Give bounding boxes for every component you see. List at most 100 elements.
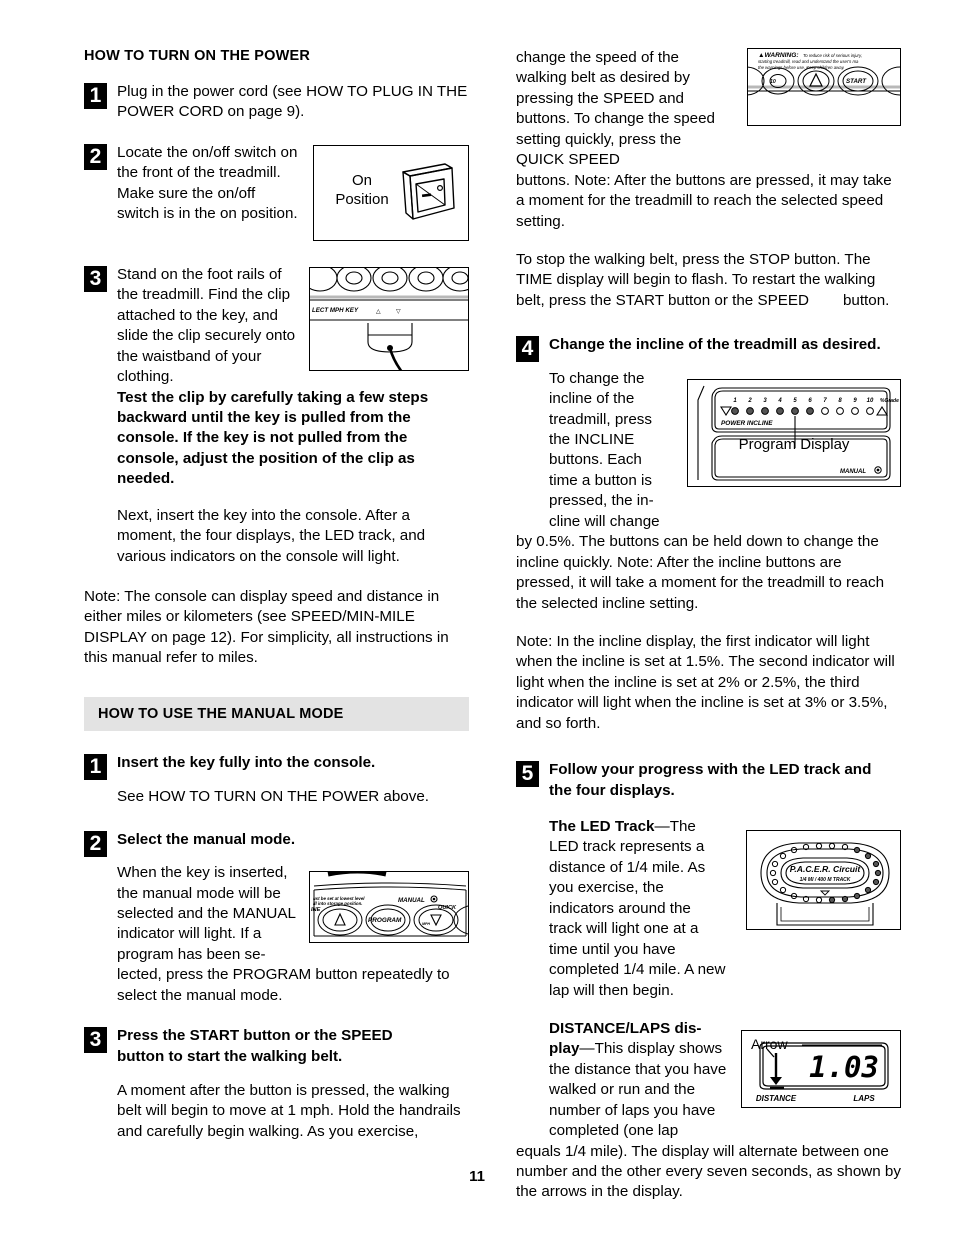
manual-indicator-label: MANUAL bbox=[840, 469, 866, 475]
step-text: A moment after the button is pressed, th… bbox=[117, 1082, 461, 1140]
console-fine-text-2: ill into storage position. bbox=[313, 901, 363, 906]
step-text-wrapped: To change the incline of the treadmill, … bbox=[549, 369, 660, 530]
step-number-badge: 5 bbox=[516, 761, 539, 788]
svg-text:▽: ▽ bbox=[396, 309, 401, 315]
section-heading-power: HOW TO TURN ON THE POWER bbox=[84, 48, 311, 64]
step-number-badge: 1 bbox=[84, 753, 107, 780]
step-text-full: by 0.5%. The buttons can be held down to… bbox=[516, 533, 885, 612]
select-mph-key-text: LECT MPH KEY bbox=[312, 307, 359, 314]
start-button-label: START bbox=[846, 78, 867, 85]
step-title: Follow your progress with the LED track … bbox=[549, 760, 901, 801]
warning-line1: To reduce risk of serious injury, bbox=[803, 53, 862, 58]
step-body: Press the START button or the SPEED butto… bbox=[117, 1026, 469, 1142]
speed-text-1: change the speed of the walking belt as … bbox=[516, 49, 690, 107]
step-number-badge: 2 bbox=[84, 143, 107, 170]
step-number-badge: 1 bbox=[84, 83, 107, 109]
svg-text:6: 6 bbox=[808, 398, 812, 404]
rocker-switch-illustration bbox=[402, 163, 455, 220]
key-clip-console-figure: LECT MPH KEY △ ▽ bbox=[309, 266, 469, 371]
step-title: Press the START button or the SPEED butto… bbox=[117, 1026, 469, 1067]
svg-text:3: 3 bbox=[763, 398, 767, 404]
stop-text-2: button. bbox=[842, 291, 890, 309]
step-body: Select the manual mode. ust be set at lo… bbox=[117, 830, 469, 1007]
warning-line2: starting treadmill, read and understand … bbox=[758, 59, 859, 64]
program-button-label: PROGRAM bbox=[368, 917, 402, 924]
step-power-2: 2 On Position Locate the on/off switch o… bbox=[84, 143, 469, 247]
stop-text-1: To stop the walking belt, press the STOP… bbox=[516, 250, 876, 309]
warning-title: ▲WARNING: bbox=[758, 52, 799, 59]
document-page: HOW TO TURN ON THE POWER 1 Plug in the p… bbox=[0, 0, 954, 1235]
mph-label: MPH bbox=[422, 922, 430, 926]
warning-console-illustration: ▲WARNING: To reduce risk of serious inju… bbox=[748, 52, 900, 96]
svg-text:2: 2 bbox=[747, 398, 752, 404]
svg-text:7: 7 bbox=[823, 398, 827, 404]
quick-label: QUICK bbox=[438, 905, 457, 911]
svg-text:5: 5 bbox=[793, 398, 797, 404]
step-body: Follow your progress with the LED track … bbox=[549, 760, 901, 1141]
step-progress-5: 5 Follow your progress with the LED trac… bbox=[516, 760, 901, 1203]
step-title-part1: Press the START button or the SPEED bbox=[117, 1027, 393, 1045]
distance-bold-line1: DISTANCE/LAPS dis- bbox=[549, 1019, 702, 1037]
step-title-line2: the four displays. bbox=[549, 781, 675, 799]
program-display-label: Program Display bbox=[738, 435, 850, 453]
svg-text:4: 4 bbox=[777, 398, 782, 404]
paragraph-speed-part3: buttons. Note: After the buttons are pre… bbox=[516, 171, 892, 230]
step-body: Change the incline of the treadmill as d… bbox=[549, 335, 901, 532]
section-heading-manual-mode: HOW TO USE THE MANUAL MODE bbox=[98, 705, 344, 722]
distance-laps-display-figure: 1.03 DISTANCE LAPS Arrow bbox=[741, 1029, 901, 1108]
step-text: Locate the on/off switch on the front of… bbox=[117, 143, 298, 223]
page-number: 11 bbox=[469, 1168, 485, 1185]
svg-text:9: 9 bbox=[853, 398, 857, 404]
step-number-badge: 4 bbox=[516, 336, 539, 363]
step-title-part2: button to start the walking belt. bbox=[117, 1047, 343, 1065]
pacer-circuit-brand: P.A.C.E.R. Circuit bbox=[790, 864, 862, 874]
distance-label: DISTANCE bbox=[756, 1094, 797, 1103]
laps-label: LAPS bbox=[853, 1094, 875, 1103]
warning-line3: the warnings before use. Keep children a… bbox=[758, 65, 845, 70]
section-banner-manual-mode: HOW TO USE THE MANUAL MODE bbox=[84, 696, 469, 731]
step-body: Plug in the power cord (see HOW TO PLUG … bbox=[117, 82, 469, 123]
led-track-illustration: P.A.C.E.R. Circuit 1/4 MI / 400 M TRACK bbox=[760, 842, 890, 926]
step-power-1: 1 Plug in the power cord (see HOW TO PLU… bbox=[84, 82, 469, 123]
step-text: Plug in the power cord (see HOW TO PLUG … bbox=[117, 83, 468, 121]
step-number-badge: 3 bbox=[84, 1027, 107, 1054]
led-track-bold-label: The LED Track bbox=[549, 818, 655, 835]
step-manual-3: 3 Press the START button or the SPEED but… bbox=[84, 1026, 469, 1142]
paragraph-speed-part1: change the speed of the walking belt as … bbox=[516, 48, 732, 171]
distance-value: 1.03 bbox=[809, 1050, 879, 1084]
led-track-paragraph: The LED Track—The LED track represents a… bbox=[549, 817, 727, 1001]
svg-text:8: 8 bbox=[838, 398, 842, 404]
right-column: ▲WARNING: To reduce risk of serious inju… bbox=[516, 48, 901, 1217]
step-number-badge: 2 bbox=[84, 830, 107, 857]
distance-bold-line2: play bbox=[549, 1040, 580, 1058]
arrow-annotation-label: Arrow bbox=[751, 1035, 788, 1052]
incline-display-figure: 1 2 3 4 5 6 7 8 9 10 %Grade POWER INCLIN… bbox=[687, 378, 901, 487]
incline-label: INE bbox=[311, 907, 321, 913]
step-title: Select the manual mode. bbox=[117, 830, 296, 848]
warning-label-console-figure: ▲WARNING: To reduce risk of serious inju… bbox=[747, 48, 901, 126]
manual-console-illustration: ust be set at lowest level ill into stor… bbox=[311, 872, 468, 937]
step-text-part2: lected, press the PROGRAM button repeate… bbox=[117, 966, 450, 1004]
svg-text:1: 1 bbox=[733, 398, 737, 404]
step-manual-1: 1 Insert the key fully into the console.… bbox=[84, 753, 469, 808]
on-off-switch-figure: On Position bbox=[313, 144, 469, 241]
step-title: Change the incline of the treadmill as d… bbox=[549, 336, 881, 354]
step-text-normal: Stand on the foot rails of the treadmill… bbox=[117, 265, 296, 386]
led-track-text: —The LED track represents a distance of … bbox=[549, 818, 726, 999]
distance-paragraph-wrapped: DISTANCE/LAPS dis- play—This display sho… bbox=[549, 1019, 729, 1142]
manual-mode-console-figure: ust be set at lowest level ill into stor… bbox=[309, 871, 469, 944]
step-number-badge: 3 bbox=[84, 265, 107, 292]
led-track-figure: P.A.C.E.R. Circuit 1/4 MI / 400 M TRACK bbox=[746, 830, 901, 930]
note-miles-kilometers: Note: The console can display speed and … bbox=[84, 588, 449, 667]
step-body: Insert the key fully into the console. S… bbox=[117, 753, 469, 808]
key-clip-illustration: LECT MPH KEY △ ▽ bbox=[310, 267, 468, 370]
step-text: See HOW TO TURN ON THE POWER above. bbox=[117, 788, 429, 806]
incline-display-illustration: 1 2 3 4 5 6 7 8 9 10 %Grade POWER INCLIN… bbox=[697, 385, 899, 481]
power-incline-label: POWER INCLINE bbox=[721, 420, 773, 427]
speed-text-2: buttons. To change the speed setting qui… bbox=[516, 110, 716, 169]
step-manual-2: 2 Select the manual mode. ust be set at … bbox=[84, 830, 469, 1007]
left-column: HOW TO TURN ON THE POWER 1 Plug in the p… bbox=[84, 48, 469, 1156]
paragraph-insert-key: Next, insert the key into the console. A… bbox=[117, 506, 426, 565]
speed-10-label: 10 bbox=[770, 79, 776, 85]
manual-indicator-label: MANUAL bbox=[398, 897, 425, 904]
